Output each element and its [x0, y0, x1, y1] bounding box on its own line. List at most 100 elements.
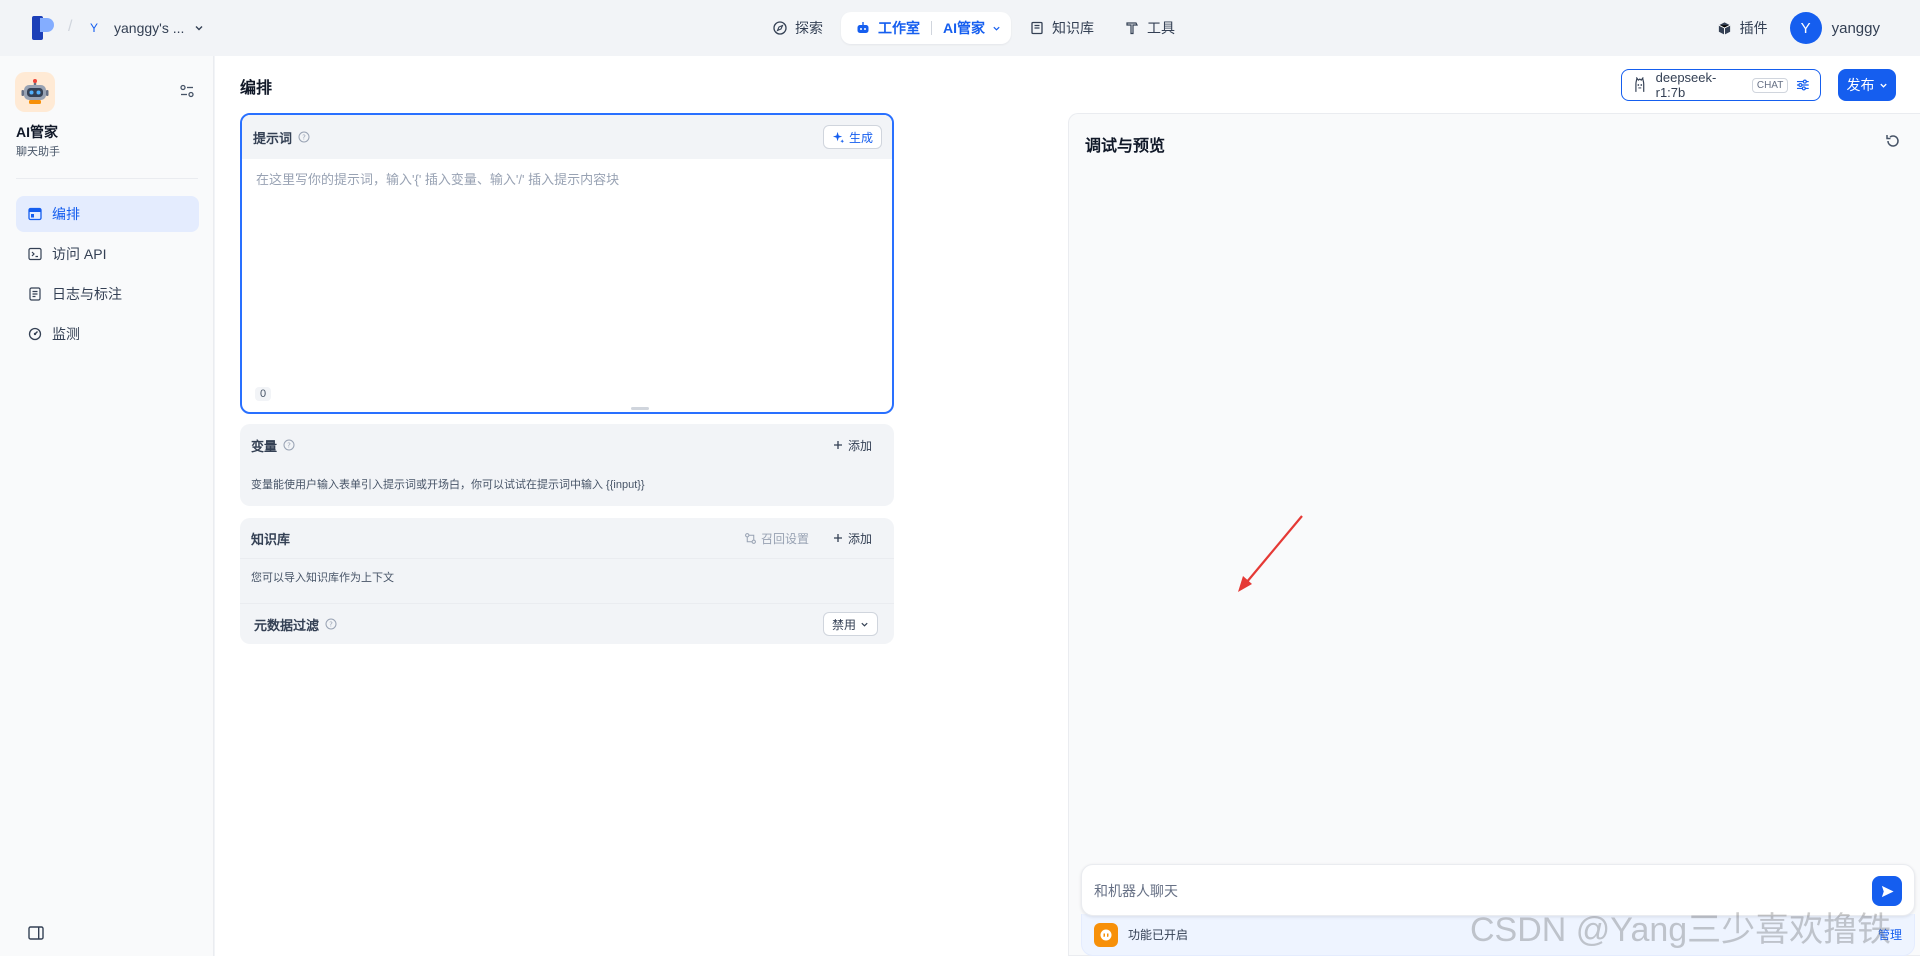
nav-studio[interactable]: 工作室 AI管家	[841, 12, 1011, 44]
nav-studio-label: 工作室	[878, 20, 920, 36]
user-avatar: Y	[1789, 12, 1822, 44]
workspace-avatar: Y	[89, 21, 98, 35]
layout-icon	[28, 207, 42, 221]
chevron-down-icon	[993, 26, 1000, 31]
sidebar-item-logs[interactable]: 日志与标注	[16, 276, 199, 312]
add-label: 添加	[847, 438, 872, 453]
hammer-icon	[1126, 22, 1138, 35]
nav-knowledge-label: 知识库	[1052, 20, 1094, 36]
metadata-filter-value: 禁用	[831, 617, 856, 632]
svg-text:?: ?	[302, 134, 306, 142]
app-type: 聊天助手	[16, 146, 60, 158]
help-icon[interactable]: ?	[283, 439, 295, 451]
book-icon	[1031, 21, 1043, 35]
publish-label: 发布	[1846, 77, 1875, 93]
settings-flow-icon	[745, 532, 756, 544]
add-knowledge-button[interactable]: 添加	[823, 526, 882, 550]
terminal-icon	[28, 247, 42, 261]
sidebar-collapse-icon[interactable]	[178, 82, 196, 100]
chevron-down-icon	[861, 622, 868, 627]
chevron-down-icon	[1879, 83, 1887, 88]
knowledge-header: 知识库 召回设置 添加	[240, 518, 894, 558]
prompt-textarea[interactable]	[256, 169, 876, 369]
dify-logo[interactable]	[32, 16, 54, 40]
compass-icon	[773, 21, 787, 35]
metadata-filter-select[interactable]: 禁用	[822, 612, 878, 636]
generate-label: 生成	[848, 130, 873, 145]
prompt-title: 提示词	[253, 130, 293, 146]
nav-knowledge[interactable]: 知识库	[1017, 12, 1106, 44]
plus-icon	[833, 534, 842, 542]
llama-icon	[1635, 77, 1645, 92]
metadata-filter-row: 元数据过滤 ? 禁用	[240, 604, 894, 644]
nav-tools-label: 工具	[1147, 20, 1175, 36]
knowledge-description: 您可以导入知识库作为上下文	[251, 572, 394, 584]
svg-text:?: ?	[287, 442, 291, 450]
variables-section: 变量 ? 添加 变量能使用户输入表单引入提示词或开场白，你可以试试在提示词中输入…	[240, 424, 894, 506]
metadata-filter-title: 元数据过滤	[254, 617, 320, 633]
chat-input[interactable]	[1094, 879, 1854, 903]
sidebar-menu: 编排 访问 API 日志与标注 监测	[16, 196, 199, 356]
nav-right: 插件 Y yanggy	[1717, 12, 1880, 44]
prompt-header: 提示词 ? 生成	[242, 115, 892, 159]
resize-handle[interactable]	[631, 407, 649, 410]
sidebar-divider	[16, 178, 198, 179]
current-app-switcher[interactable]: AI管家	[943, 18, 985, 38]
plugins-link[interactable]: 插件	[1717, 18, 1768, 38]
chevron-down-icon	[195, 26, 203, 31]
plugins-label: 插件	[1739, 20, 1768, 36]
features-bar: 功能已开启 管理	[1081, 914, 1915, 956]
sidebar-item-orchestrate[interactable]: 编排	[16, 196, 199, 232]
add-variable-button[interactable]: 添加	[823, 433, 882, 457]
user-menu[interactable]: Y yanggy	[1789, 12, 1880, 44]
help-icon[interactable]: ?	[298, 131, 310, 143]
publish-button[interactable]: 发布	[1838, 69, 1896, 101]
preview-title: 调试与预览	[1085, 138, 1166, 155]
model-selector[interactable]: deepseek-r1:7b CHAT	[1621, 69, 1821, 101]
sidebar-item-api[interactable]: 访问 API	[16, 236, 199, 272]
prompt-editor: 提示词 ? 生成 0	[240, 113, 894, 414]
chat-input-box	[1081, 864, 1915, 916]
nav-tools[interactable]: 工具	[1112, 12, 1187, 44]
char-count: 0	[255, 387, 272, 401]
app-icon	[15, 72, 55, 112]
sliders-icon	[1797, 79, 1810, 91]
variables-header: 变量 ? 添加	[240, 424, 894, 466]
main-content: 编排 deepseek-r1:7b CHAT 发布 提示词 ? 生成 0 变量 …	[215, 56, 1920, 956]
sidebar-item-label: 监测	[52, 326, 80, 342]
recall-label: 召回设置	[760, 531, 809, 546]
variables-title: 变量	[251, 438, 278, 454]
app-name: AI管家	[16, 124, 58, 140]
nav-explore[interactable]: 探索	[760, 12, 835, 44]
main-nav: 探索 工作室 AI管家 知识库 工具	[760, 12, 1187, 44]
recall-settings-button[interactable]: 召回设置	[740, 526, 813, 550]
send-icon	[1881, 885, 1894, 897]
knowledge-title: 知识库	[251, 531, 291, 547]
nav-explore-label: 探索	[795, 20, 823, 36]
variables-description: 变量能使用户输入表单引入提示词或开场白，你可以试试在提示词中输入 {{input…	[251, 479, 645, 491]
robot-icon	[21, 79, 49, 104]
add-label: 添加	[847, 531, 872, 546]
workspace-selector[interactable]: Y yanggy's ...	[84, 14, 204, 42]
manage-features-link[interactable]: 管理	[1878, 926, 1902, 943]
generate-prompt-button[interactable]: 生成	[822, 125, 882, 149]
file-list-icon	[29, 287, 41, 301]
panel-toggle-icon[interactable]	[27, 924, 45, 942]
debug-preview-panel: 调试与预览 功能已开启 管理	[1068, 113, 1920, 956]
sidebar-item-monitor[interactable]: 监测	[16, 316, 199, 352]
sidebar-item-label: 编排	[52, 206, 80, 222]
top-navbar: / Y yanggy's ... 探索 工作室 AI管家 知识库 工具 插件 Y…	[0, 0, 1920, 56]
help-icon[interactable]: ?	[325, 618, 337, 630]
send-button[interactable]	[1872, 876, 1902, 906]
sidebar-item-label: 日志与标注	[52, 286, 122, 302]
nav-divider	[931, 21, 932, 35]
cube-icon	[1718, 21, 1730, 35]
model-mode-badge: CHAT	[1751, 77, 1789, 93]
features-icon	[1094, 922, 1118, 947]
svg-text:?: ?	[329, 621, 333, 629]
workspace-name: yanggy's ...	[114, 20, 185, 36]
knowledge-section: 知识库 召回设置 添加 您可以导入知识库作为上下文 元数据过滤 ? 禁用	[240, 518, 894, 644]
refresh-icon[interactable]	[1884, 132, 1902, 150]
features-enabled-text: 功能已开启	[1128, 928, 1189, 942]
breadcrumb-separator: /	[68, 18, 73, 35]
